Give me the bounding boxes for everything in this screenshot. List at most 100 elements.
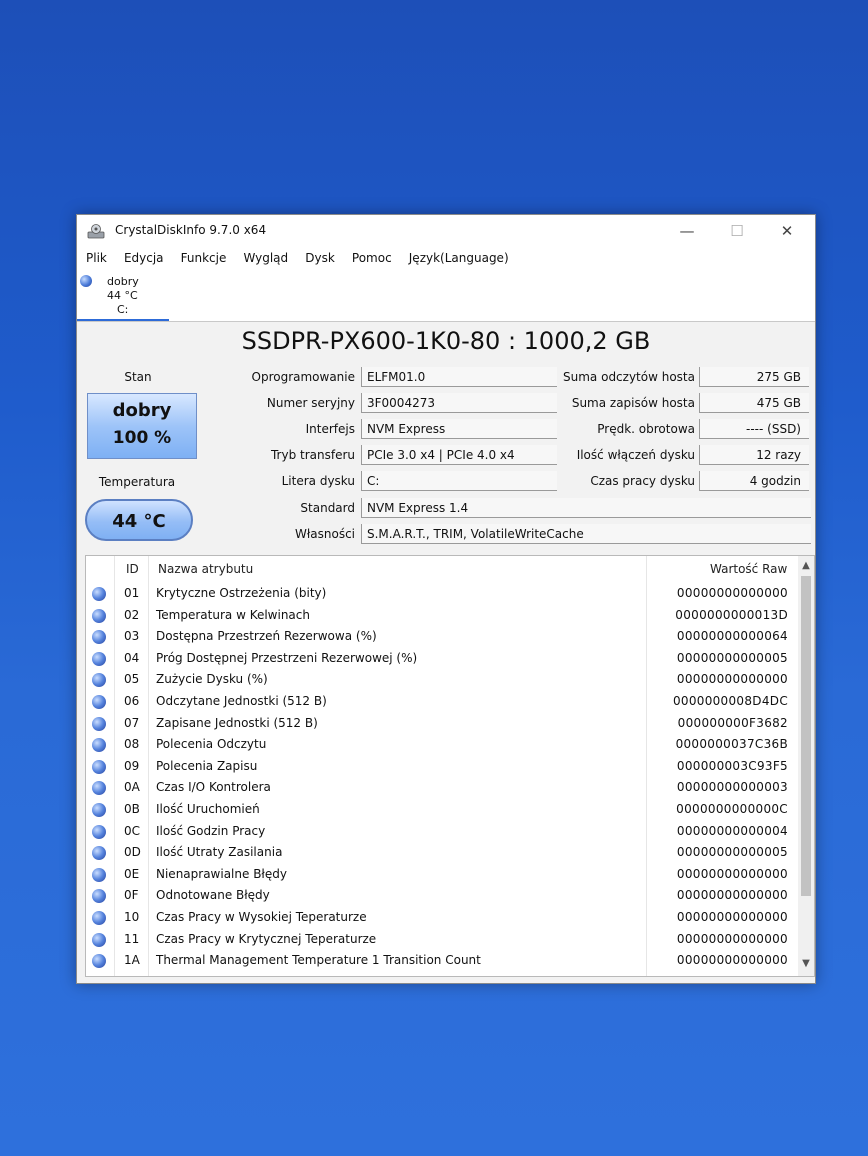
- attribute-raw-value: 0000000000000C: [676, 802, 788, 816]
- host-reads-value: 275 GB: [699, 367, 809, 387]
- drive-letter-value: C:: [361, 471, 557, 491]
- power-on-count-value: 12 razy: [699, 445, 809, 465]
- table-row[interactable]: 08 Polecenia Odczytu 0000000037C36B: [86, 735, 798, 757]
- table-row[interactable]: 1A Thermal Management Temperature 1 Trans…: [86, 951, 798, 973]
- health-orb-icon: [92, 911, 106, 925]
- table-row[interactable]: 0E Nienaprawialne Błędy 00000000000000: [86, 865, 798, 887]
- table-row[interactable]: 03 Dostępna Przestrzeń Rezerwowa (%) 00000…: [86, 627, 798, 649]
- attribute-id: 0A: [124, 780, 140, 795]
- attribute-id: 0D: [124, 845, 141, 860]
- menu-jezyk[interactable]: Język(Language): [404, 247, 514, 269]
- health-orb-icon: [92, 803, 106, 817]
- table-row[interactable]: 0A Czas I/O Kontrolera 00000000000003: [86, 778, 798, 800]
- attribute-id: 05: [124, 672, 140, 687]
- attribute-raw-value: 000000000F3682: [677, 715, 788, 730]
- menu-bar: Plik Edycja Funkcje Wygląd Dysk Pomoc Ję…: [77, 247, 815, 269]
- table-row[interactable]: 0B Ilość Uruchomień 0000000000000C: [86, 800, 798, 822]
- table-row[interactable]: 11 Czas Pracy w Krytycznej Teperaturze 000…: [86, 930, 798, 952]
- serial-label: Numer seryjny: [266, 396, 355, 410]
- transfer-mode-label: Tryb transferu: [270, 448, 355, 462]
- column-header-id[interactable]: ID: [126, 562, 139, 576]
- health-orb-icon: [92, 716, 106, 731]
- interface-value: NVM Express: [361, 419, 557, 439]
- table-row[interactable]: 01 Krytyczne Ostrzeżenia (bity) 0000000000…: [86, 584, 798, 606]
- table-row[interactable]: 04 Próg Dostępnej Przestrzeni Rezerwowej …: [86, 649, 798, 671]
- table-scrollbar[interactable]: ▲ ▼: [798, 556, 814, 976]
- window-title: CrystalDiskInfo 9.7.0 x64: [115, 223, 267, 237]
- table-row[interactable]: 06 Odczytane Jednostki (512 B) 0000000008D…: [86, 692, 798, 714]
- disk-tab-bar: dobry 44 °C C:: [77, 269, 815, 322]
- attribute-id: 02: [124, 607, 140, 622]
- health-orb-icon: [92, 846, 106, 861]
- attribute-raw-value: 00000000000005: [676, 650, 788, 665]
- maximize-button[interactable]: ☐: [715, 219, 759, 243]
- attribute-id: 0B: [124, 802, 140, 816]
- health-orb-icon: [92, 651, 106, 666]
- crystaldiskinfo-window: CrystalDiskInfo 9.7.0 x64 — ☐ ✕ Plik Edy…: [76, 214, 816, 984]
- health-orb-icon: [80, 275, 92, 287]
- attribute-name: Zużycie Dysku (%): [156, 672, 268, 687]
- disk-tab-letter: C:: [117, 303, 129, 316]
- attribute-name: Polecenia Odczytu: [156, 737, 267, 752]
- minimize-button[interactable]: —: [665, 219, 709, 243]
- attribute-raw-value: 00000000000064: [676, 629, 788, 644]
- attribute-id: 09: [124, 758, 140, 773]
- host-writes-value: 475 GB: [699, 393, 809, 413]
- attribute-id: 11: [124, 931, 140, 946]
- host-reads-label: Suma odczytów hosta: [563, 370, 695, 384]
- table-row[interactable]: 05 Zużycie Dysku (%) 00000000000000: [86, 670, 798, 692]
- attribute-raw-value: 00000000000004: [676, 823, 788, 838]
- scroll-up-icon[interactable]: ▲: [798, 558, 814, 574]
- menu-dysk[interactable]: Dysk: [300, 247, 340, 269]
- table-row[interactable]: 0C Ilość Godzin Pracy 00000000000004: [86, 822, 798, 844]
- health-orb-icon: [92, 889, 106, 904]
- attribute-name: Ilość Uruchomień: [156, 802, 260, 816]
- temperature-badge[interactable]: 44 °C: [85, 499, 193, 541]
- scrollbar-thumb[interactable]: [801, 576, 811, 896]
- attribute-name: Polecenia Zapisu: [156, 758, 258, 773]
- power-on-hours-label: Czas pracy dysku: [590, 474, 695, 488]
- close-button[interactable]: ✕: [765, 219, 809, 243]
- attribute-id: 07: [124, 715, 140, 730]
- attribute-raw-value: 00000000000005: [676, 845, 788, 860]
- menu-edycja[interactable]: Edycja: [119, 247, 169, 269]
- table-row[interactable]: 10 Czas Pracy w Wysokiej Teperaturze 00000…: [86, 908, 798, 930]
- disk-tab-status: dobry: [107, 275, 139, 288]
- disk-tab-c[interactable]: dobry 44 °C C:: [77, 269, 169, 321]
- table-row[interactable]: 02 Temperatura w Kelwinach 0000000000013D: [86, 606, 798, 628]
- attribute-raw-value: 00000000000000: [676, 953, 788, 968]
- menu-plik[interactable]: Plik: [81, 247, 112, 269]
- attribute-name: Odczytane Jednostki (512 B): [156, 694, 327, 708]
- smart-attributes-table[interactable]: ID Nazwa atrybutu Wartość Raw 01 Krytyczn…: [85, 555, 815, 977]
- attribute-raw-value: 000000003C93F5: [676, 758, 788, 773]
- attribute-name: Dostępna Przestrzeń Rezerwowa (%): [156, 629, 377, 644]
- menu-wyglad[interactable]: Wygląd: [238, 247, 293, 269]
- menu-pomoc[interactable]: Pomoc: [347, 247, 397, 269]
- attribute-name: Czas Pracy w Wysokiej Teperaturze: [156, 910, 367, 924]
- table-row[interactable]: 09 Polecenia Zapisu 000000003C93F5: [86, 757, 798, 779]
- column-header-raw[interactable]: Wartość Raw: [710, 562, 787, 576]
- attribute-raw-value: 00000000000000: [676, 866, 788, 881]
- attribute-name: Temperatura w Kelwinach: [156, 607, 310, 622]
- health-orb-icon: [92, 759, 106, 774]
- attribute-raw-value: 00000000000000: [676, 888, 788, 903]
- rotation-speed-value: ---- (SSD): [699, 419, 809, 439]
- health-status-value: dobry: [112, 400, 172, 421]
- attribute-raw-value: 00000000000003: [676, 780, 788, 795]
- table-row[interactable]: 0F Odnotowane Błędy 00000000000000: [86, 886, 798, 908]
- power-on-count-label: Ilość włączeń dysku: [576, 448, 695, 462]
- disk-tab-temp: 44 °C: [107, 289, 138, 302]
- table-row[interactable]: 07 Zapisane Jednostki (512 B) 000000000F36…: [86, 714, 798, 736]
- menu-funkcje[interactable]: Funkcje: [176, 247, 232, 269]
- attribute-raw-value: 0000000000013D: [675, 607, 788, 622]
- scroll-down-icon[interactable]: ▼: [798, 956, 814, 972]
- health-status-badge[interactable]: dobry 100 %: [87, 393, 197, 459]
- attribute-name: Czas Pracy w Krytycznej Teperaturze: [156, 931, 377, 946]
- column-header-name[interactable]: Nazwa atrybutu: [158, 562, 253, 576]
- attribute-name: Ilość Utraty Zasilania: [156, 845, 283, 860]
- rotation-speed-label: Prędk. obrotowa: [597, 422, 695, 436]
- attribute-id: 0F: [124, 888, 139, 903]
- disk-model-title: SSDPR-PX600-1K0-80 : 1000,2 GB: [241, 327, 651, 355]
- table-row[interactable]: 0D Ilość Utraty Zasilania 00000000000005: [86, 843, 798, 865]
- title-bar[interactable]: CrystalDiskInfo 9.7.0 x64 — ☐ ✕: [77, 215, 815, 247]
